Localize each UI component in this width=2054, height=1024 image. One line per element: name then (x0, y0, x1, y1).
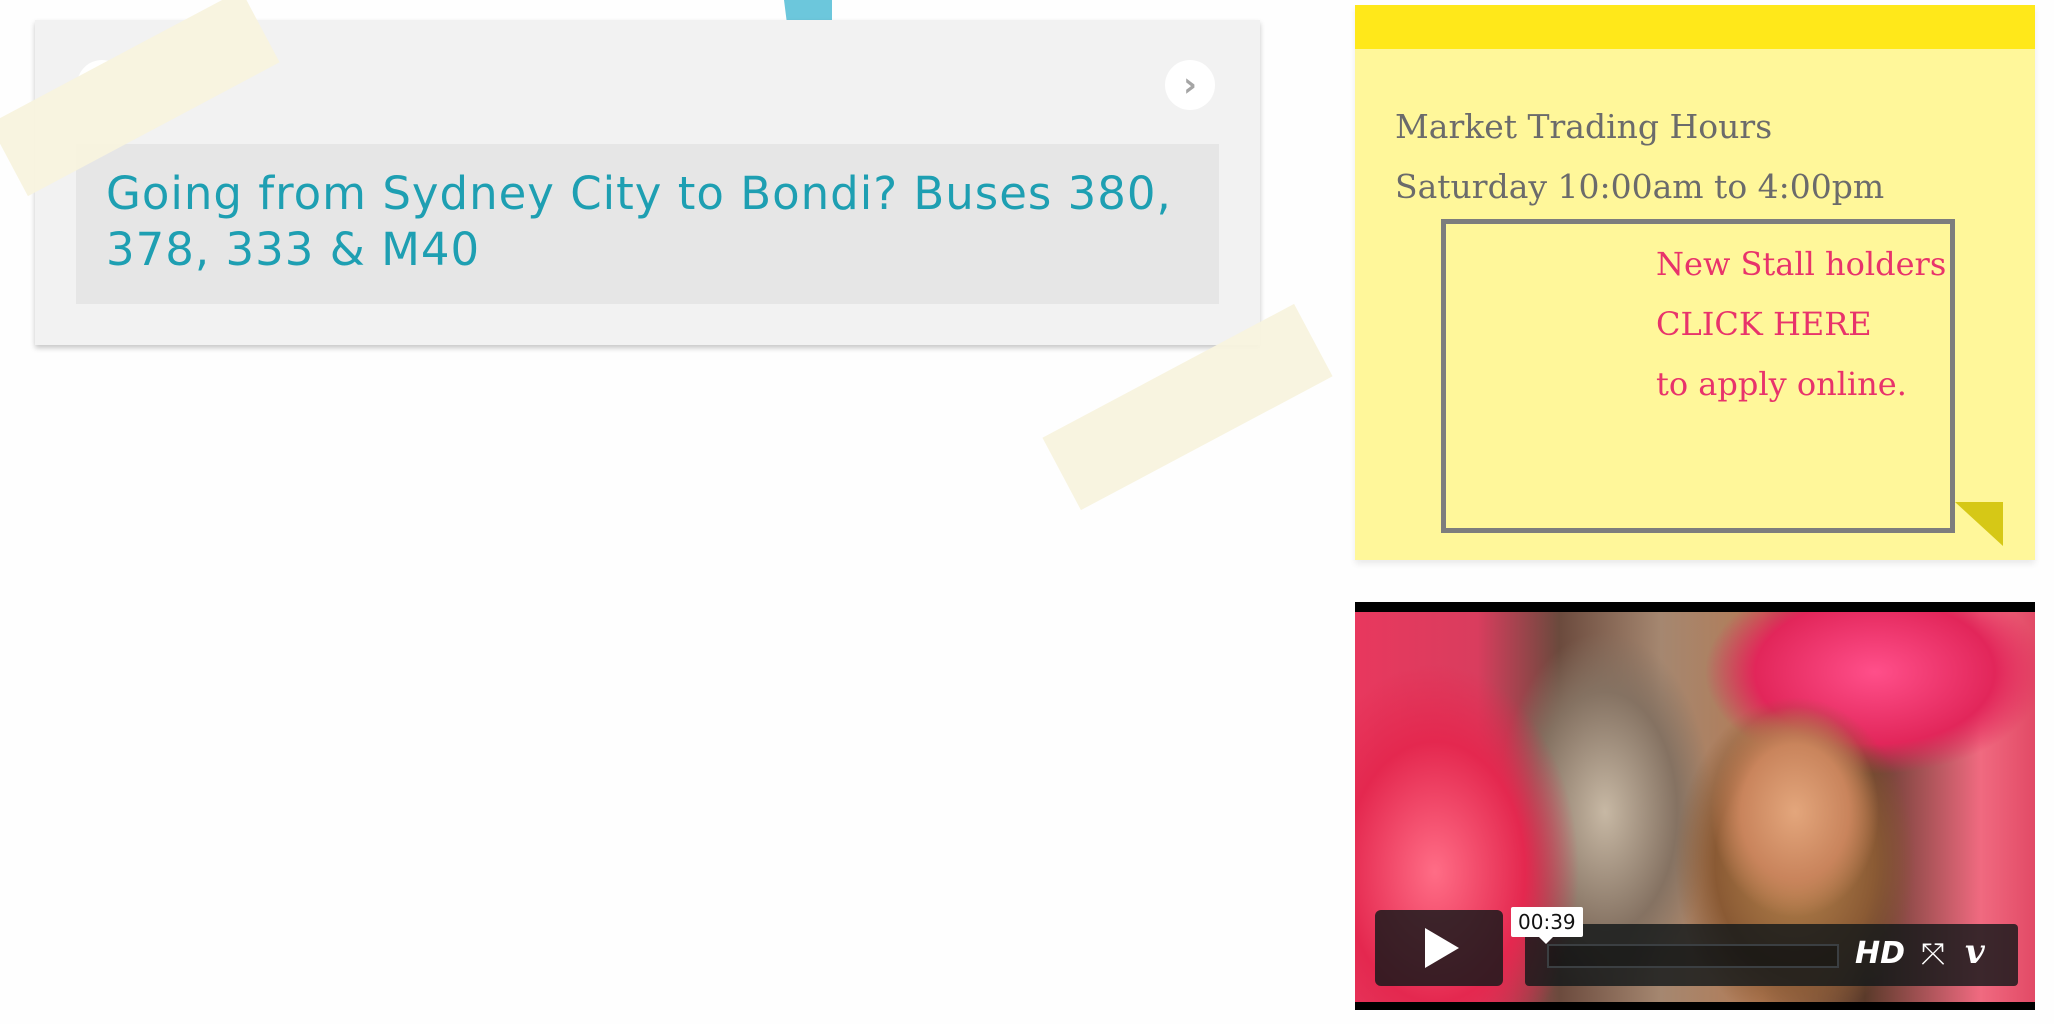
slide-text[interactable]: Going from Sydney City to Bondi? Buses 3… (106, 166, 1206, 278)
page: › Going from Sydney City to Bondi? Buses… (0, 0, 2054, 1024)
slider-next-button[interactable]: › (1165, 60, 1215, 110)
stall-link-line-3[interactable]: to apply online. (1656, 364, 1907, 404)
slide-panel: Going from Sydney City to Bondi? Buses 3… (76, 144, 1219, 304)
trading-hours-sticky-note: Market Trading Hours Saturday 10:00am to… (1355, 5, 2035, 560)
trading-hours-time: Saturday 10:00am to 4:00pm (1395, 167, 1885, 206)
stall-application-link[interactable]: New Stall holders CLICK HERE to apply on… (1441, 219, 1955, 533)
fullscreen-icon[interactable]: ⤧ (1921, 938, 1945, 972)
video-progress-bar[interactable] (1547, 944, 1839, 968)
stall-link-line-2[interactable]: CLICK HERE (1656, 304, 1872, 344)
time-tooltip: 00:39 (1511, 907, 1583, 944)
sticky-note-top-strip (1355, 5, 2035, 49)
play-icon (1425, 928, 1459, 968)
chevron-right-icon: › (1182, 65, 1197, 105)
stall-link-line-1[interactable]: New Stall holders (1656, 244, 1946, 284)
video-player[interactable]: HD ⤧ v 00:39 (1355, 602, 2035, 1010)
play-button[interactable] (1375, 910, 1503, 986)
sticky-note-fold (1955, 502, 2003, 546)
vimeo-logo-icon[interactable]: v (1965, 932, 1985, 972)
trading-hours-title: Market Trading Hours (1395, 107, 1773, 146)
hd-button[interactable]: HD (1855, 936, 1905, 971)
video-control-bar: HD ⤧ v (1525, 924, 2018, 986)
